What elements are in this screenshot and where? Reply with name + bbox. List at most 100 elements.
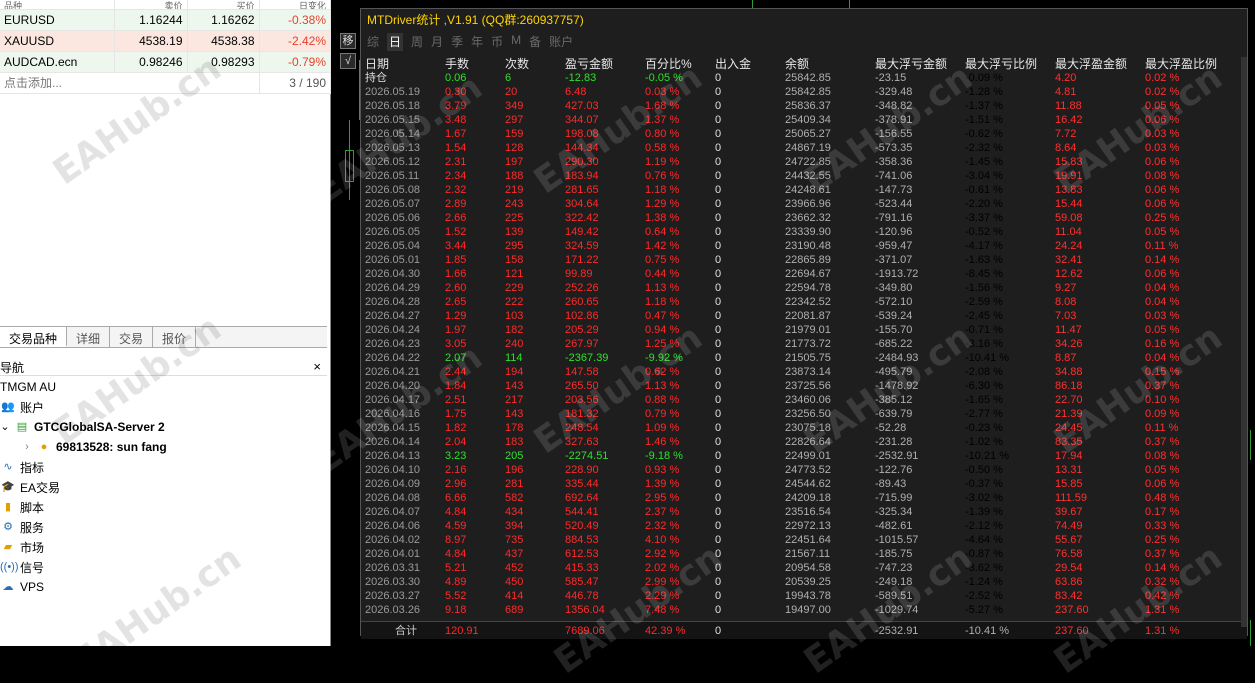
check-button[interactable]: √: [340, 53, 356, 69]
table-row[interactable]: XAUUSD 4538.19 4538.38 -2.42%: [0, 30, 331, 52]
table-cell: 11.04: [1055, 226, 1082, 238]
table-row[interactable]: 2026.05.15 3.48 297 344.07 1.37 % 0 25409.34 -3…: [361, 113, 1247, 127]
tab-daily[interactable]: 日: [387, 33, 404, 51]
table-row[interactable]: 2026.04.06 4.59 394 520.49 2.32 % 0 22972.13 -4…: [361, 519, 1247, 533]
column-header[interactable]: 最大浮盈金额: [1055, 57, 1127, 71]
col-ask[interactable]: 买价: [187, 0, 260, 10]
table-row[interactable]: 2026.04.27 1.29 103 102.86 0.47 % 0 22081.87 -5…: [361, 309, 1247, 323]
table-row[interactable]: 2026.04.21 2.44 194 147.58 0.62 % 0 23873.14 -4…: [361, 365, 1247, 379]
table-row[interactable]: 2026.05.04 3.44 295 324.59 1.42 % 0 23190.48 -9…: [361, 239, 1247, 253]
chevron-down-icon[interactable]: ⌄: [0, 420, 10, 434]
nav-scripts[interactable]: ▮ 脚本: [0, 497, 44, 517]
table-row[interactable]: 2026.05.11 2.34 188 183.94 0.76 % 0 24432.55 -7…: [361, 169, 1247, 183]
table-row[interactable]: 2026.04.10 2.16 196 228.90 0.93 % 0 24773.52 -1…: [361, 463, 1247, 477]
table-row[interactable]: EURUSD 1.16244 1.16262 -0.38%: [0, 9, 331, 31]
add-symbol-row[interactable]: 点击添加... 3 / 190: [0, 72, 331, 94]
nav-vps[interactable]: ☁ VPS: [0, 577, 45, 597]
chevron-right-icon[interactable]: ›: [22, 440, 32, 454]
table-row[interactable]: 2026.05.18 3.79 349 427.03 1.68 % 0 25836.37 -3…: [361, 99, 1247, 113]
table-row[interactable]: 2026.04.15 1.82 178 248.54 1.09 % 0 23075.18 -5…: [361, 421, 1247, 435]
table-row[interactable]: 2026.04.30 1.66 121 99.89 0.44 % 0 22694.67 -19…: [361, 267, 1247, 281]
table-row[interactable]: 2026.04.16 1.75 143 181.32 0.79 % 0 23256.50 -6…: [361, 407, 1247, 421]
table-cell: 0: [715, 86, 722, 98]
column-header[interactable]: 手数: [445, 57, 469, 71]
account-node[interactable]: › ● 69813528: sun fang: [22, 437, 167, 457]
table-row[interactable]: 2026.03.27 5.52 414 446.78 2.29 % 0 19943.78 -5…: [361, 589, 1247, 603]
tab-trading[interactable]: 交易: [110, 327, 154, 347]
nav-market[interactable]: ▰ 市场: [0, 537, 44, 557]
nav-indicators[interactable]: ∿ 指标: [0, 457, 44, 477]
window-title[interactable]: MTDriver统计 ,V1.91 (QQ群:260937757): [361, 9, 1247, 31]
column-header[interactable]: 余额: [785, 57, 809, 71]
table-row[interactable]: 2026.05.06 2.66 225 322.42 1.38 % 0 23662.32 -7…: [361, 211, 1247, 225]
close-icon[interactable]: ×: [313, 359, 321, 374]
tab-summary[interactable]: 综: [367, 33, 379, 51]
table-row[interactable]: 2026.04.24 1.97 182 205.29 0.94 % 0 21979.01 -1…: [361, 323, 1247, 337]
scrollbar[interactable]: [1241, 57, 1247, 627]
table-row[interactable]: 2026.04.22 2.07 114 -2367.39 -9.92 % 0 21505.7…: [361, 351, 1247, 365]
tab-account[interactable]: 账户: [549, 33, 573, 51]
table-row[interactable]: 2026.04.08 6.66 582 692.64 2.95 % 0 24209.18 -7…: [361, 491, 1247, 505]
nav-experts[interactable]: 🎓 EA交易: [0, 477, 60, 497]
tab-details[interactable]: 详细: [67, 327, 111, 347]
tab-currency[interactable]: 币: [491, 33, 503, 51]
col-change[interactable]: 日变化: [259, 0, 331, 10]
tab-weekly[interactable]: 周: [411, 33, 423, 51]
table-cell: 2026.04.16: [365, 408, 421, 420]
total-row[interactable]: 合计 120.91 7689.06 42.39 % 0 -2532.91 -10.41 % 2…: [361, 621, 1247, 639]
table-row[interactable]: 2026.04.07 4.84 434 544.41 2.37 % 0 23516.54 -3…: [361, 505, 1247, 519]
table-row[interactable]: 2026.05.13 1.54 128 144.34 0.58 % 0 24867.19 -5…: [361, 141, 1247, 155]
table-row[interactable]: AUDCAD.ecn 0.98246 0.98293 -0.79%: [0, 51, 331, 73]
move-button[interactable]: 移: [340, 33, 356, 49]
tab-symbols[interactable]: 交易品种: [0, 327, 68, 347]
table-row[interactable]: 2026.03.31 5.21 452 415.33 2.02 % 0 20954.58 -7…: [361, 561, 1247, 575]
server-node[interactable]: ⌄ ▤ GTCGlobalSA-Server 2: [0, 417, 164, 437]
accounts-node[interactable]: 👥 账户: [0, 397, 44, 417]
column-header[interactable]: 日期: [365, 57, 389, 71]
stats-header-row[interactable]: 日期 手数 次数 盈亏金额 百分比% 出入金 余额 最大浮亏金额 最大浮亏比例 最大浮盈金额 最大浮…: [361, 57, 1247, 71]
table-row[interactable]: 2026.05.08 2.32 219 281.65 1.18 % 0 24248.61 -1…: [361, 183, 1247, 197]
nav-signals[interactable]: ((•)) 信号: [0, 557, 44, 577]
table-row[interactable]: 2026.04.09 2.96 281 335.44 1.39 % 0 24544.62 -8…: [361, 477, 1247, 491]
column-header[interactable]: 最大浮亏金额: [875, 57, 947, 71]
table-row[interactable]: 持仓 0.06 6 -12.83 -0.05 % 0 25842.85 -23.15 -0.09…: [361, 71, 1247, 85]
table-row[interactable]: 2026.04.29 2.60 229 252.26 1.13 % 0 22594.78 -3…: [361, 281, 1247, 295]
table-cell: 0: [715, 380, 722, 392]
nav-services[interactable]: ⚙ 服务: [0, 517, 44, 537]
table-row[interactable]: 2026.05.07 2.89 243 304.64 1.29 % 0 23966.96 -5…: [361, 197, 1247, 211]
table-cell: 22342.52: [785, 296, 831, 308]
table-row[interactable]: 2026.05.14 1.67 159 198.08 0.80 % 0 25065.27 -1…: [361, 127, 1247, 141]
table-row[interactable]: 2026.04.20 1.84 143 265.50 1.13 % 0 23725.56 -1…: [361, 379, 1247, 393]
table-row[interactable]: 2026.05.19 0.30 20 6.48 0.03 % 0 25842.85 -329.…: [361, 85, 1247, 99]
tab-yearly[interactable]: 年: [471, 33, 483, 51]
table-row[interactable]: 2026.04.28 2.65 222 260.65 1.18 % 0 22342.52 -5…: [361, 295, 1247, 309]
broker-node[interactable]: TMGM AU: [0, 377, 56, 397]
table-row[interactable]: 2026.05.05 1.52 139 149.42 0.64 % 0 23339.90 -1…: [361, 225, 1247, 239]
add-symbol-label[interactable]: 点击添加...: [0, 72, 260, 94]
table-cell: 225: [505, 212, 524, 224]
tab-notes[interactable]: 备: [529, 33, 541, 51]
column-header[interactable]: 最大浮亏比例: [965, 57, 1037, 71]
table-row[interactable]: 2026.04.13 3.23 205 -2274.51 -9.18 % 0 22499.0…: [361, 449, 1247, 463]
col-bid[interactable]: 卖价: [114, 0, 188, 10]
table-cell: 2.96: [445, 478, 467, 490]
table-row[interactable]: 2026.03.30 4.89 450 585.47 2.99 % 0 20539.25 -2…: [361, 575, 1247, 589]
table-row[interactable]: 2026.03.26 9.18 689 1356.04 7.48 % 0 19497.00 -…: [361, 603, 1247, 617]
column-header[interactable]: 百分比%: [645, 57, 692, 71]
table-row[interactable]: 2026.05.01 1.85 158 171.22 0.75 % 0 22865.89 -3…: [361, 253, 1247, 267]
table-row[interactable]: 2026.05.12 2.31 197 290.30 1.19 % 0 24722.85 -3…: [361, 155, 1247, 169]
column-header[interactable]: 最大浮盈比例: [1145, 57, 1217, 71]
table-row[interactable]: 2026.04.23 3.05 240 267.97 1.25 % 0 21773.72 -6…: [361, 337, 1247, 351]
table-row[interactable]: 2026.04.14 2.04 183 327.63 1.46 % 0 22826.64 -2…: [361, 435, 1247, 449]
column-header[interactable]: 出入金: [715, 57, 751, 71]
col-symbol[interactable]: 品种: [0, 0, 115, 10]
column-header[interactable]: 盈亏金额: [565, 57, 613, 71]
table-row[interactable]: 2026.04.02 8.97 735 884.53 4.10 % 0 22451.64 -1…: [361, 533, 1247, 547]
tab-quarterly[interactable]: 季: [451, 33, 463, 51]
tab-magic[interactable]: M: [511, 33, 521, 51]
table-row[interactable]: 2026.04.17 2.51 217 203.56 0.88 % 0 23460.06 -3…: [361, 393, 1247, 407]
tab-monthly[interactable]: 月: [431, 33, 443, 51]
table-row[interactable]: 2026.04.01 4.84 437 612.53 2.92 % 0 21567.11 -1…: [361, 547, 1247, 561]
column-header[interactable]: 次数: [505, 57, 529, 71]
tab-ticks[interactable]: 报价: [153, 327, 197, 347]
